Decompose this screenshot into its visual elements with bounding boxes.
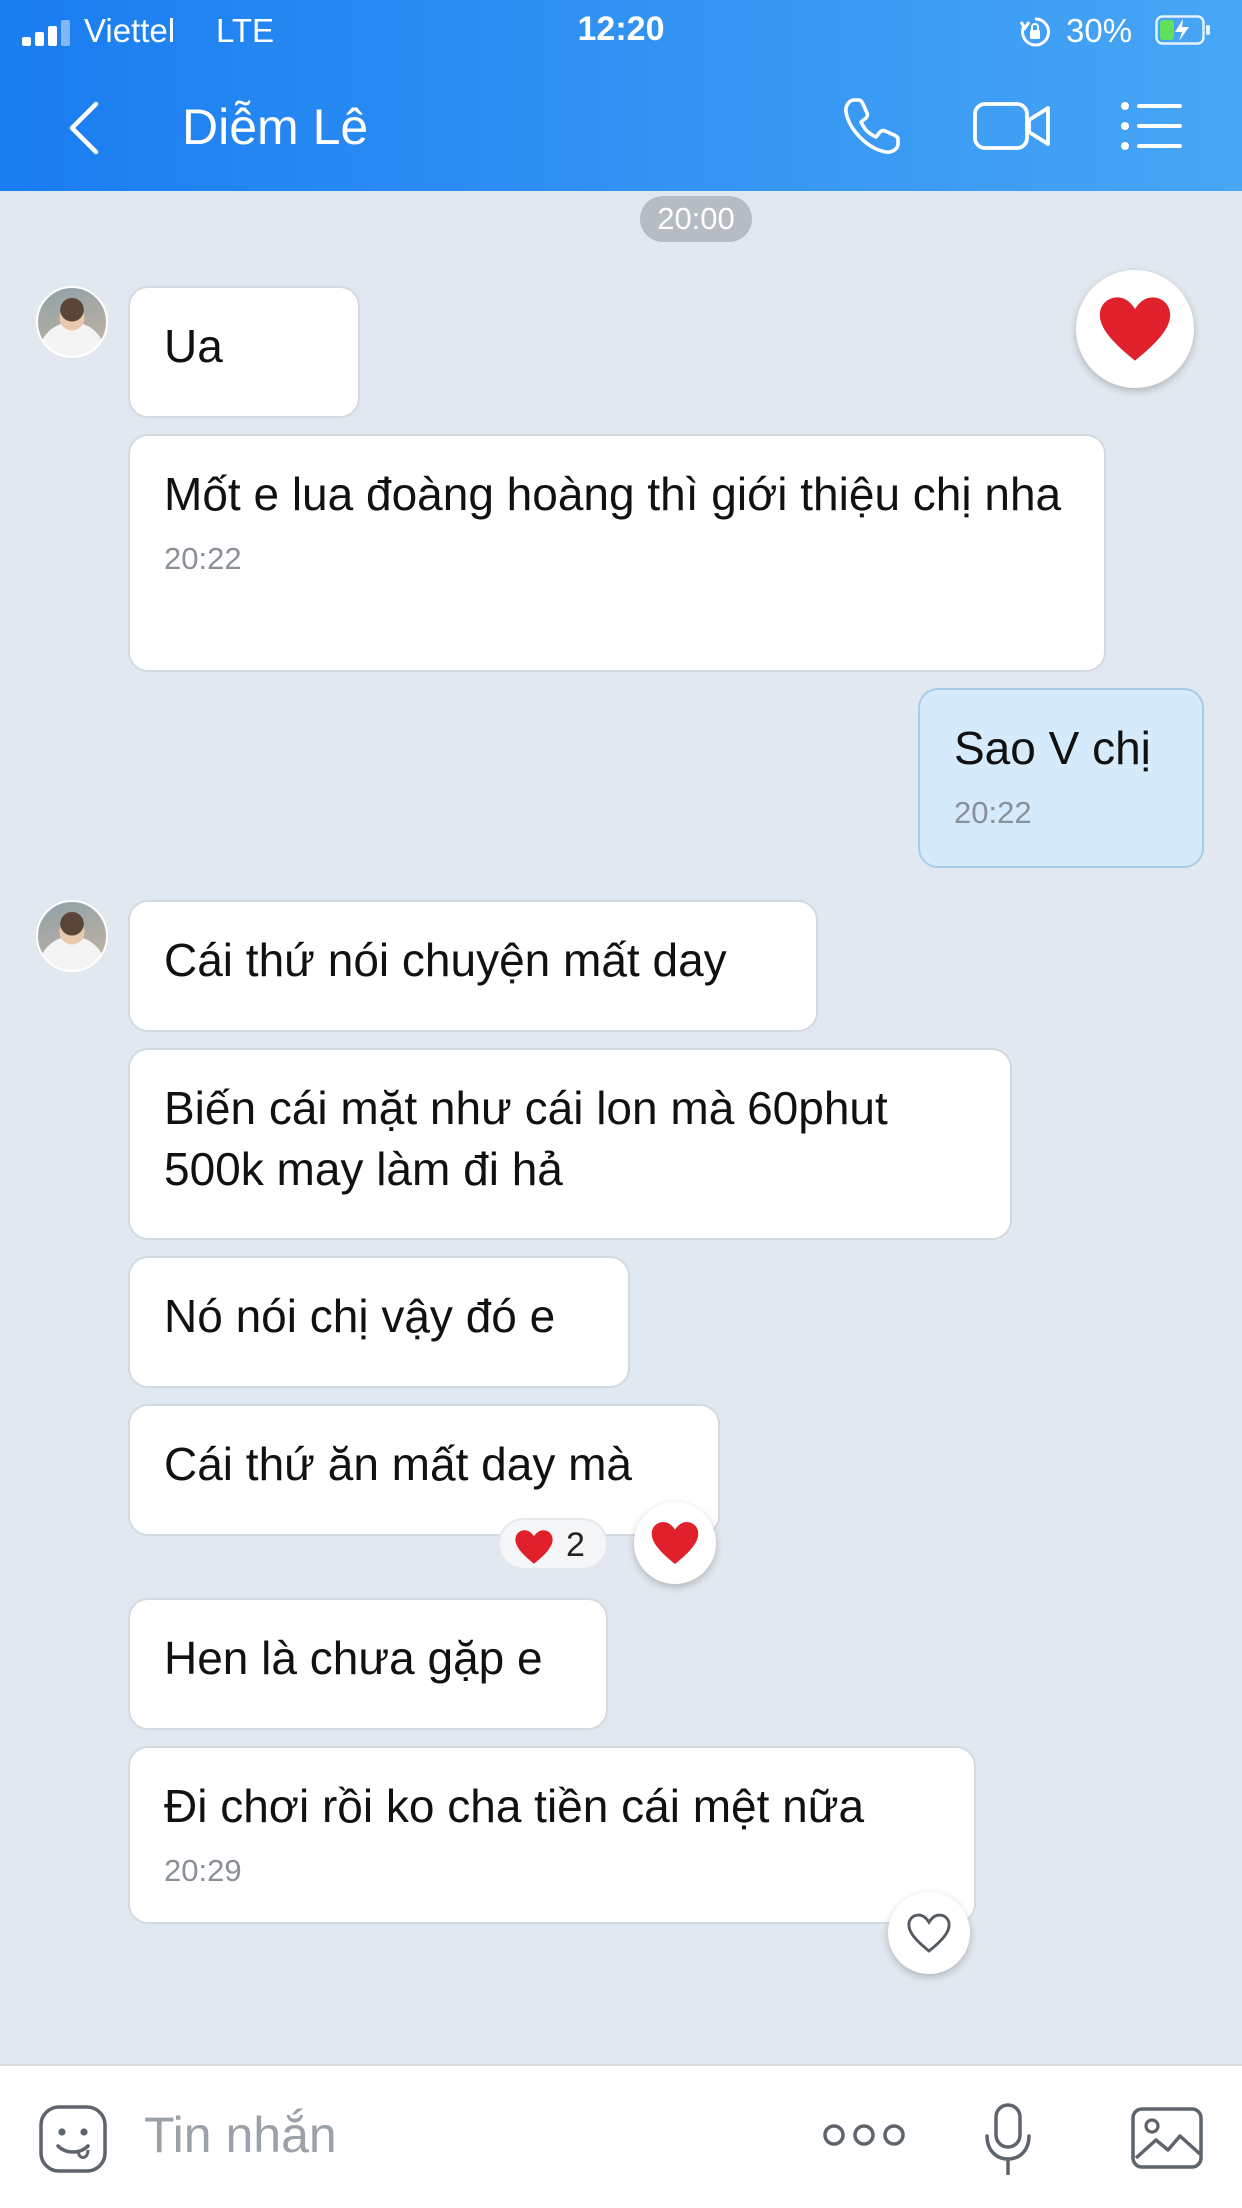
message-text: Nó nói chị vậy đó e — [164, 1290, 556, 1342]
message-bubble[interactable]: Mốt e lua đoàng hoàng thì giới thiệu chị… — [128, 434, 1106, 672]
video-call-icon[interactable] — [972, 98, 1052, 154]
heart-icon — [515, 1530, 553, 1564]
avatar[interactable] — [36, 900, 108, 972]
more-icon[interactable] — [822, 2120, 906, 2150]
message-input-bar — [0, 2064, 1242, 2208]
message-bubble[interactable]: Hen là chưa gặp e — [128, 1598, 608, 1730]
status-bar: Viettel LTE 12:20 30% — [0, 0, 1242, 62]
contact-name[interactable]: Diễm Lê — [182, 98, 368, 156]
date-time-pill: 20:00 — [640, 196, 752, 242]
message-time: 20:22 — [954, 795, 1032, 830]
message-text: Cái thứ ăn mất day mà — [164, 1438, 632, 1490]
image-icon[interactable] — [1130, 2106, 1204, 2170]
message-bubble[interactable]: Cái thứ nói chuyện mất day — [128, 900, 818, 1032]
reaction-count: 2 — [566, 1526, 585, 1564]
microphone-icon[interactable] — [982, 2102, 1034, 2180]
message-input[interactable] — [142, 2094, 766, 2176]
sent-message-bubble[interactable]: Sao V chị 20:22 — [918, 688, 1204, 868]
rotation-lock-icon — [1019, 17, 1051, 47]
message-text: Sao V chị — [954, 722, 1151, 774]
status-time: 12:20 — [577, 10, 665, 48]
heart-outline-icon — [907, 1913, 951, 1953]
message-bubble[interactable]: Đi chơi rồi ko cha tiền cái mệt nữa 20:2… — [128, 1746, 976, 1924]
message-text: Hen là chưa gặp e — [164, 1632, 543, 1684]
sticker-icon[interactable] — [38, 2104, 108, 2174]
battery-percent: 30% — [1066, 12, 1133, 49]
message-time: 20:22 — [164, 541, 242, 576]
chat-header: Diễm Lê — [0, 62, 1242, 191]
reaction-button[interactable] — [1076, 270, 1194, 388]
reaction-summary[interactable]: 2 — [498, 1518, 608, 1570]
message-bubble[interactable]: Ua — [128, 286, 360, 418]
message-time: 20:29 — [164, 1853, 242, 1888]
menu-icon[interactable] — [1120, 100, 1184, 152]
phone-icon[interactable] — [840, 94, 904, 158]
message-bubble[interactable]: Cái thứ ăn mất day mà — [128, 1404, 720, 1536]
avatar[interactable] — [36, 286, 108, 358]
back-icon[interactable] — [62, 100, 106, 156]
message-text: Mốt e lua đoàng hoàng thì giới thiệu chị… — [164, 468, 1062, 520]
message-text: Cái thứ nói chuyện mất day — [164, 934, 727, 986]
message-text: Đi chơi rồi ko cha tiền cái mệt nữa — [164, 1780, 865, 1832]
heart-icon — [1099, 297, 1171, 361]
battery-icon — [1155, 15, 1210, 45]
message-text: Ua — [164, 320, 223, 372]
top-bar: Viettel LTE 12:20 30% Diễm Lê — [0, 0, 1242, 191]
like-reaction-button[interactable] — [888, 1892, 970, 1974]
heart-icon — [651, 1522, 699, 1564]
message-bubble[interactable]: Nó nói chị vậy đó e — [128, 1256, 630, 1388]
message-bubble[interactable]: Biến cái mặt như cái lon mà 60phut 500k … — [128, 1048, 1012, 1240]
message-text: Biến cái mặt như cái lon mà 60phut 500k … — [164, 1082, 888, 1195]
reaction-button[interactable] — [634, 1502, 716, 1584]
